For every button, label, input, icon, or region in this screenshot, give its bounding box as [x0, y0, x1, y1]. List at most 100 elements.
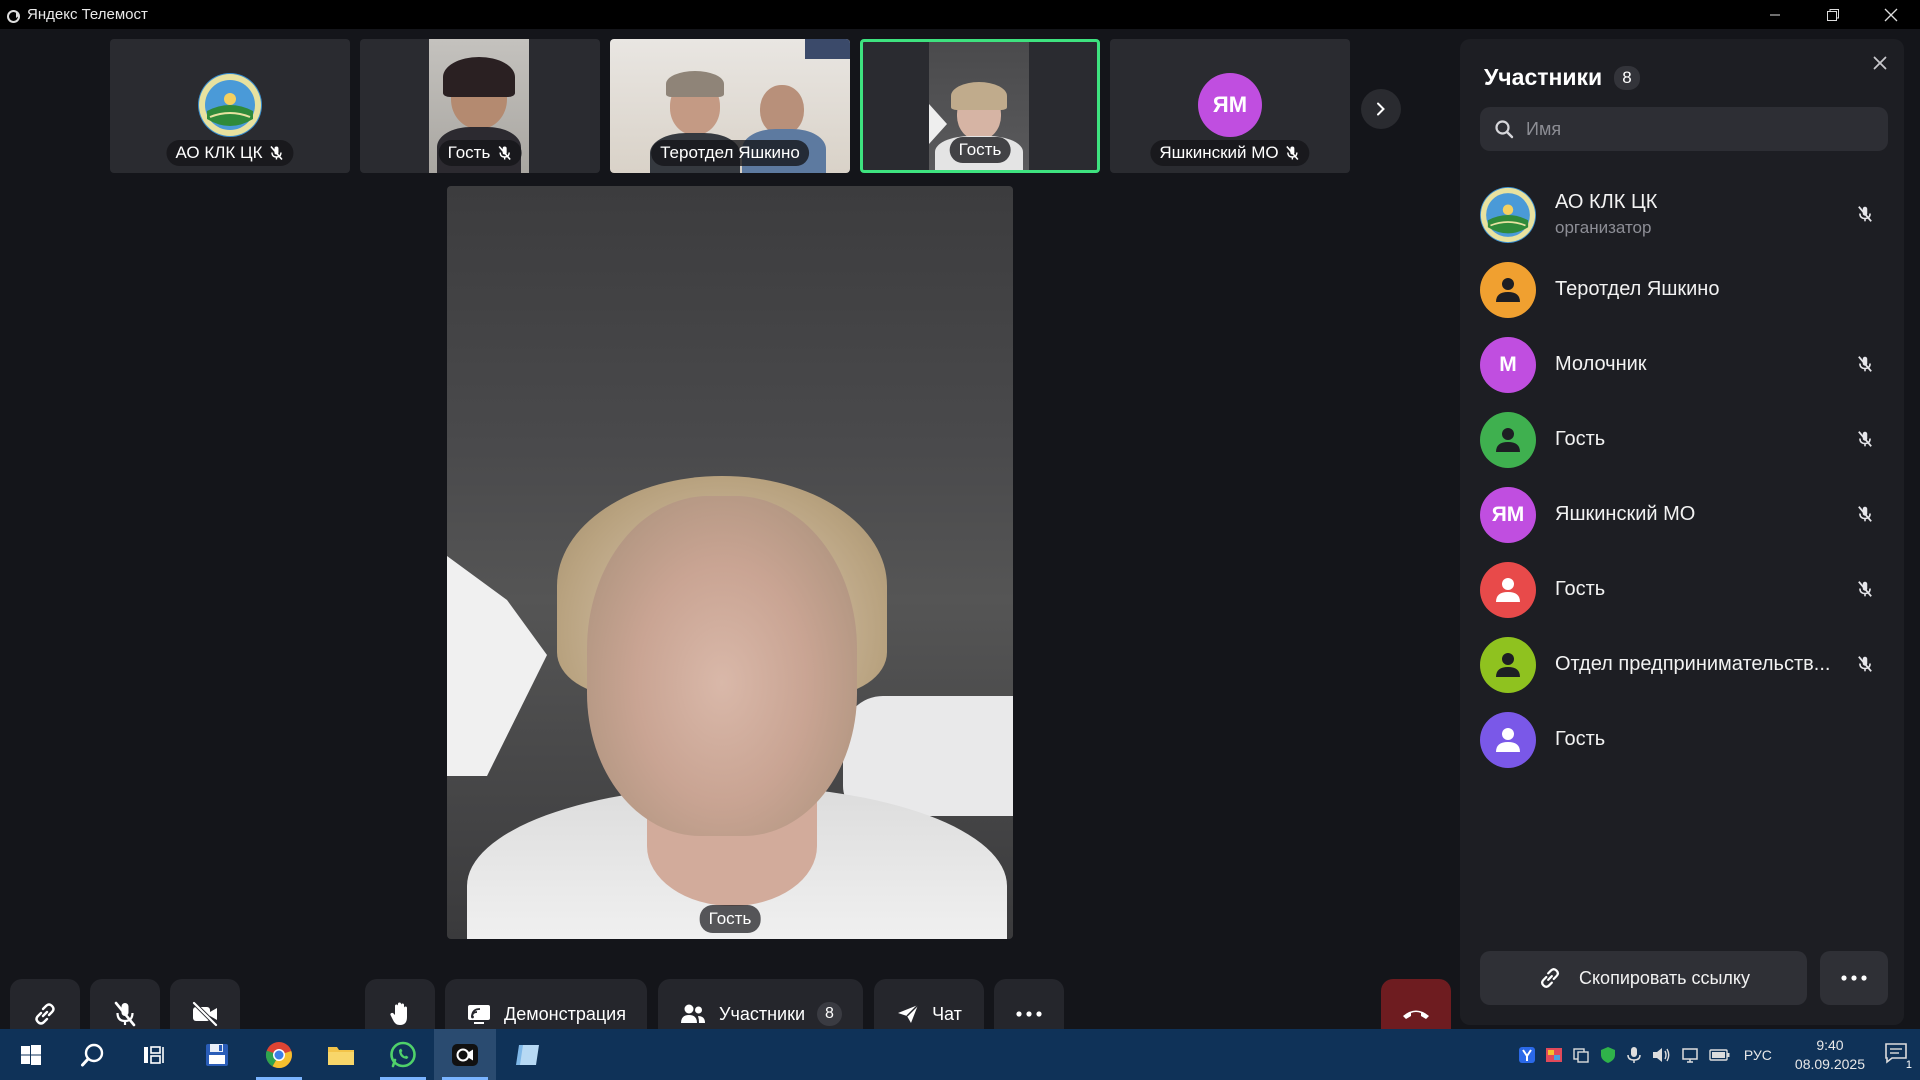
participant-tile[interactable]: Гость: [360, 39, 600, 173]
minimize-icon: [1770, 14, 1780, 15]
participant-row[interactable]: АО КЛК ЦК организатор: [1480, 177, 1888, 252]
taskbar-notes-app[interactable]: [496, 1029, 558, 1080]
link-icon: [1540, 968, 1559, 988]
person-avatar-icon: [1480, 561, 1536, 618]
participant-name: Теротдел Яшкино: [1555, 278, 1720, 300]
participants-count-badge: 8: [817, 1002, 842, 1026]
mic-muted-icon: [498, 145, 511, 161]
panel-title: Участники: [1484, 64, 1603, 90]
photos-tray-icon[interactable]: [1545, 1046, 1563, 1064]
participant-name: АО КЛК ЦК: [1555, 191, 1658, 213]
search-button[interactable]: [62, 1029, 124, 1080]
participant-row[interactable]: Теротдел Яшкино: [1480, 252, 1888, 327]
mic-muted-icon: [1858, 356, 1872, 372]
copy-link-button[interactable]: Скопировать ссылку: [1480, 951, 1807, 1005]
close-window-button[interactable]: [1862, 0, 1920, 29]
panel-count-badge: 8: [1614, 65, 1640, 90]
input-language[interactable]: РУС: [1744, 1047, 1772, 1063]
chat-button-label: Чат: [932, 1003, 962, 1024]
participant-row[interactable]: Гость: [1480, 552, 1888, 627]
more-dots-icon: [1841, 975, 1867, 981]
participant-row[interactable]: ЯМ Яшкинский МО: [1480, 477, 1888, 552]
system-clock[interactable]: 9:40 08.09.2025: [1795, 1036, 1865, 1074]
participant-name: Отдел предпринимательств...: [1555, 653, 1831, 675]
participant-name: Молочник: [1555, 353, 1647, 375]
minimize-button[interactable]: [1746, 0, 1804, 29]
taskbar-explorer-app[interactable]: [310, 1029, 372, 1080]
windows-logo-icon: [21, 1044, 41, 1065]
mic-muted-icon: [1858, 656, 1872, 672]
notification-count: 1: [1903, 1058, 1914, 1071]
battery-icon[interactable]: [1709, 1048, 1731, 1062]
person-avatar-icon: [1480, 711, 1536, 768]
link-icon: [35, 1003, 55, 1025]
participants-icon: [681, 1004, 706, 1023]
system-tray: РУС 9:40 08.09.2025 1: [1518, 1029, 1920, 1080]
volume-icon[interactable]: [1651, 1046, 1671, 1064]
search-input[interactable]: [1526, 118, 1866, 140]
document-app-icon: [516, 1044, 539, 1065]
mic-muted-icon: [114, 1001, 136, 1027]
mic-muted-icon: [270, 145, 283, 161]
task-view-button[interactable]: [124, 1029, 186, 1080]
participant-list: АО КЛК ЦК организатор Теротдел Яшкино М …: [1480, 177, 1888, 777]
video-stage: АО КЛК ЦК Гость Теротдел Яшкино Гость ЯМ…: [0, 29, 1460, 1049]
participant-row[interactable]: Гость: [1480, 402, 1888, 477]
security-shield-icon[interactable]: [1599, 1046, 1617, 1064]
person-avatar-icon: [1480, 636, 1536, 693]
search-icon: [81, 1043, 104, 1066]
clock-date: 08.09.2025: [1794, 1055, 1865, 1072]
main-speaker-name-label: Гость: [699, 905, 761, 933]
close-panel-button[interactable]: [1870, 53, 1890, 73]
participant-role: организатор: [1555, 218, 1652, 237]
start-button[interactable]: [0, 1029, 62, 1080]
title-bar: Яндекс Телемост: [0, 0, 1920, 29]
network-icon[interactable]: [1680, 1046, 1700, 1064]
main-speaker-video: Гость: [447, 186, 1013, 939]
restore-icon: [1827, 8, 1839, 21]
active-speaker-tile[interactable]: Гость: [860, 39, 1100, 173]
folder-icon: [328, 1046, 354, 1065]
participant-initials-avatar: М: [1480, 336, 1536, 393]
window-title: Яндекс Телемост: [27, 6, 148, 23]
taskbar-chrome-app[interactable]: [248, 1029, 310, 1080]
participant-tile[interactable]: АО КЛК ЦК: [110, 39, 350, 173]
taskbar-whatsapp-app[interactable]: [372, 1029, 434, 1080]
screen-share-label: Демонстрация: [504, 1003, 626, 1024]
participant-row[interactable]: М Молочник: [1480, 327, 1888, 402]
panel-header: Участники 8: [1484, 64, 1640, 91]
participant-name-label: Яшкинский МО: [1150, 140, 1310, 166]
search-icon: [1495, 120, 1514, 139]
mic-muted-icon: [1858, 506, 1872, 522]
panel-more-button[interactable]: [1820, 951, 1888, 1005]
hang-up-icon: [1403, 1010, 1429, 1019]
participants-panel: Участники 8 АО КЛК ЦК организатор Теротд…: [1460, 39, 1904, 1025]
participant-name: Гость: [1555, 428, 1606, 450]
participant-row[interactable]: Отдел предпринимательств...: [1480, 627, 1888, 702]
participant-name: Гость: [1555, 578, 1606, 600]
taskbar-save-app[interactable]: [186, 1029, 248, 1080]
chevron-right-icon: [1377, 102, 1385, 116]
windows-tray-icon[interactable]: [1572, 1046, 1590, 1064]
participant-search[interactable]: [1480, 107, 1888, 151]
microphone-tray-icon[interactable]: [1626, 1046, 1642, 1064]
participant-name-label: Теротдел Яшкино: [651, 140, 809, 166]
send-icon: [898, 1004, 919, 1023]
participant-row[interactable]: Гость: [1480, 702, 1888, 777]
participant-name-label: Гость: [438, 140, 522, 166]
telemost-app-icon: [6, 7, 22, 23]
camera-off-icon: [192, 1001, 218, 1027]
participant-tile[interactable]: Теротдел Яшкино: [610, 39, 850, 173]
yandex-tray-icon[interactable]: [1518, 1046, 1536, 1064]
taskbar-telemost-app[interactable]: [434, 1029, 496, 1080]
participant-initials-avatar: ЯМ: [1480, 486, 1536, 543]
next-tiles-button[interactable]: [1361, 89, 1401, 129]
person-avatar-icon: [1480, 411, 1536, 468]
close-icon: [1884, 8, 1898, 21]
windows-taskbar: РУС 9:40 08.09.2025 1: [0, 1029, 1920, 1080]
notifications-button[interactable]: 1: [1884, 1042, 1914, 1071]
participant-name: Гость: [1555, 728, 1606, 750]
restore-button[interactable]: [1804, 0, 1862, 29]
participant-tile[interactable]: ЯМ Яшкинский МО: [1110, 39, 1350, 173]
mic-muted-icon: [1858, 581, 1872, 597]
